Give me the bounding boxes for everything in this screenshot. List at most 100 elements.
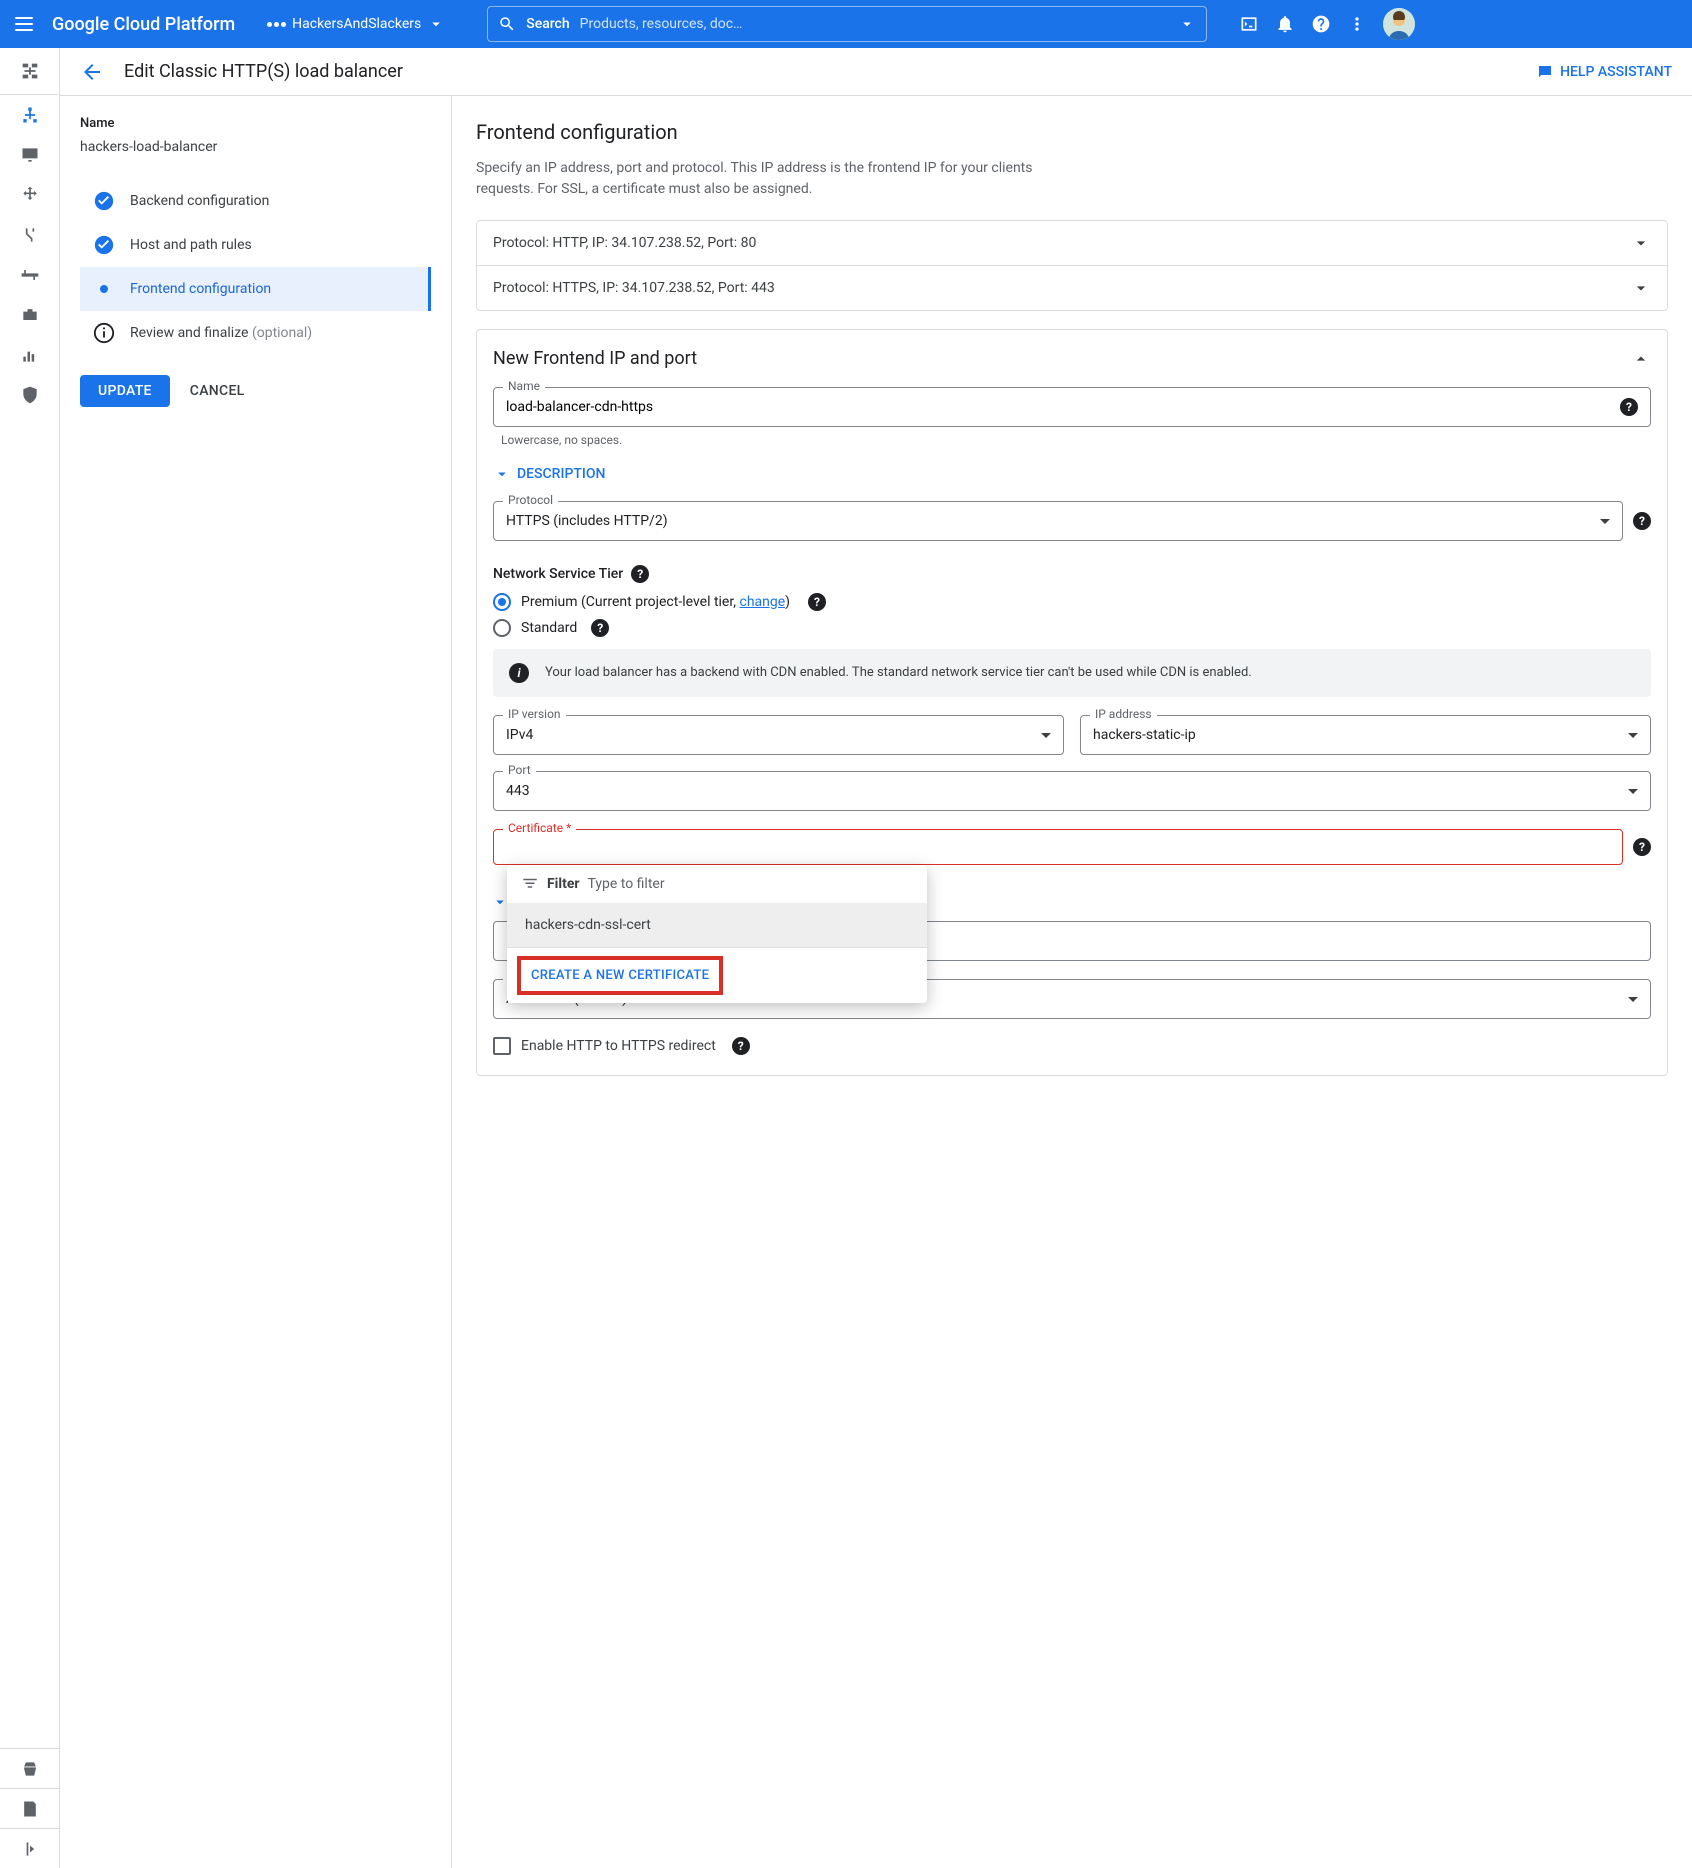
chevron-down-icon[interactable] xyxy=(1178,15,1196,33)
chevron-right-icon xyxy=(20,1839,40,1859)
help-icon[interactable]: ? xyxy=(808,593,826,611)
top-bar: Google Cloud Platform HackersAndSlackers… xyxy=(0,0,1692,48)
name-helper: Lowercase, no spaces. xyxy=(501,433,1651,447)
certificate-field: Certificate * Filter Type to filter hack… xyxy=(493,829,1651,865)
cancel-button[interactable]: CANCEL xyxy=(190,375,245,407)
help-icon[interactable] xyxy=(1311,14,1331,34)
help-icon[interactable]: ? xyxy=(1633,512,1651,530)
frontend-row-http[interactable]: Protocol: HTTP, IP: 34.107.238.52, Port:… xyxy=(477,221,1667,265)
protocol-field: Protocol HTTPS (includes HTTP/2) ? xyxy=(493,501,1651,541)
check-circle-icon xyxy=(93,234,115,256)
cloud-shell-icon[interactable] xyxy=(1239,14,1259,34)
chevron-down-icon xyxy=(1631,278,1651,298)
rail-item-7[interactable] xyxy=(0,335,59,375)
rail-item-3[interactable] xyxy=(0,175,59,215)
certificate-select[interactable] xyxy=(493,829,1623,865)
page-header: Edit Classic HTTP(S) load balancer HELP … xyxy=(60,48,1692,96)
new-frontend-card: New Frontend IP and port Name ? Lowercas… xyxy=(476,329,1668,1076)
rail-item-6[interactable] xyxy=(0,295,59,335)
notifications-icon[interactable] xyxy=(1275,14,1295,34)
name-value: hackers-load-balancer xyxy=(80,139,431,155)
help-icon[interactable]: ? xyxy=(631,565,649,583)
help-icon[interactable]: ? xyxy=(732,1037,750,1055)
chevron-up-icon[interactable] xyxy=(1631,349,1651,369)
tier-premium-radio[interactable]: Premium (Current project-level tier, cha… xyxy=(493,593,1651,611)
tier-standard-radio[interactable]: Standard ? xyxy=(493,619,1651,637)
search-label: Search xyxy=(526,16,569,32)
new-frontend-heading: New Frontend IP and port xyxy=(493,348,697,369)
top-icons xyxy=(1239,8,1415,40)
certificate-option[interactable]: hackers-cdn-ssl-cert xyxy=(507,903,927,947)
rail-item-8[interactable] xyxy=(0,375,59,415)
update-button[interactable]: UPDATE xyxy=(80,375,170,407)
step-backend[interactable]: Backend configuration xyxy=(80,179,431,223)
more-vert-icon[interactable] xyxy=(1347,14,1367,34)
project-picker[interactable]: HackersAndSlackers xyxy=(257,9,455,39)
cdn-notice: i Your load balancer has a backend with … xyxy=(493,649,1651,697)
help-icon[interactable]: ? xyxy=(591,619,609,637)
description-toggle[interactable]: DESCRIPTION xyxy=(493,465,605,483)
step-hostpath[interactable]: Host and path rules xyxy=(80,223,431,267)
existing-frontends: Protocol: HTTP, IP: 34.107.238.52, Port:… xyxy=(476,220,1668,311)
search-icon xyxy=(498,15,516,33)
help-icon[interactable]: ? xyxy=(1620,398,1638,416)
frontend-desc: Specify an IP address, port and protocol… xyxy=(476,158,1036,200)
ipaddress-select[interactable]: hackers-static-ip xyxy=(1080,715,1651,755)
network-icon xyxy=(19,60,41,82)
rail-marketplace[interactable] xyxy=(0,1748,59,1788)
redirect-checkbox[interactable]: Enable HTTP to HTTPS redirect ? xyxy=(493,1037,1651,1055)
frontend-config-panel: Frontend configuration Specify an IP add… xyxy=(452,96,1692,1868)
rail-item-5[interactable] xyxy=(0,255,59,295)
step-review[interactable]: Review and finalize (optional) xyxy=(80,311,431,355)
change-tier-link[interactable]: change xyxy=(739,594,785,610)
account-avatar[interactable] xyxy=(1383,8,1415,40)
monitor-icon xyxy=(20,145,40,165)
move-icon xyxy=(20,185,40,205)
chevron-down-icon xyxy=(1631,233,1651,253)
merge-icon xyxy=(20,225,40,245)
port-field: Port 443 xyxy=(493,771,1651,811)
certificate-filter[interactable]: Filter Type to filter xyxy=(507,865,927,903)
page-title: Edit Classic HTTP(S) load balancer xyxy=(124,61,1536,82)
rail-release-notes[interactable] xyxy=(0,1788,59,1828)
check-circle-icon xyxy=(93,190,115,212)
rail-section-icon[interactable] xyxy=(0,48,59,95)
rail-item-2[interactable] xyxy=(0,135,59,175)
help-icon[interactable]: ? xyxy=(1633,838,1651,856)
ipversion-select[interactable]: IPv4 xyxy=(493,715,1064,755)
chevron-down-icon xyxy=(427,15,445,33)
menu-icon[interactable] xyxy=(12,12,36,36)
dropdown-arrow-icon xyxy=(1628,997,1638,1002)
port-select[interactable]: 443 xyxy=(493,771,1651,811)
dot-icon xyxy=(100,285,108,293)
help-assistant-button[interactable]: HELP ASSISTANT xyxy=(1536,63,1672,81)
search-bar[interactable]: Search Products, resources, doc… xyxy=(487,6,1207,42)
back-arrow-icon[interactable] xyxy=(80,60,104,84)
dropdown-arrow-icon xyxy=(1628,733,1638,738)
rail-expand[interactable] xyxy=(0,1828,59,1868)
chevron-down-icon xyxy=(493,465,511,483)
protocol-select[interactable]: HTTPS (includes HTTP/2) xyxy=(493,501,1623,541)
step-frontend[interactable]: Frontend configuration xyxy=(80,267,431,311)
radio-icon xyxy=(493,593,511,611)
tune-icon xyxy=(20,265,40,285)
name-input[interactable] xyxy=(506,399,1620,415)
ipaddress-field: IP address hackers-static-ip xyxy=(1080,715,1651,755)
project-name: HackersAndSlackers xyxy=(292,16,421,32)
toolbox-icon xyxy=(20,305,40,325)
frontend-row-https[interactable]: Protocol: HTTPS, IP: 34.107.238.52, Port… xyxy=(477,265,1667,310)
product-logo[interactable]: Google Cloud Platform xyxy=(52,14,235,35)
rail-item-lb[interactable] xyxy=(0,95,59,135)
create-certificate-button[interactable]: CREATE A NEW CERTIFICATE xyxy=(517,956,723,995)
frontend-heading: Frontend configuration xyxy=(476,120,1668,144)
radio-icon xyxy=(493,619,511,637)
sitemap-icon xyxy=(20,105,40,125)
rail-item-4[interactable] xyxy=(0,215,59,255)
filter-icon xyxy=(521,875,539,893)
info-icon: i xyxy=(509,663,529,683)
certificate-dropdown: Filter Type to filter hackers-cdn-ssl-ce… xyxy=(507,865,927,1003)
left-steps-panel: Name hackers-load-balancer Backend confi… xyxy=(60,96,452,1868)
search-placeholder: Products, resources, doc… xyxy=(580,16,1169,32)
dropdown-arrow-icon xyxy=(1600,519,1610,524)
notes-icon xyxy=(20,1799,40,1819)
